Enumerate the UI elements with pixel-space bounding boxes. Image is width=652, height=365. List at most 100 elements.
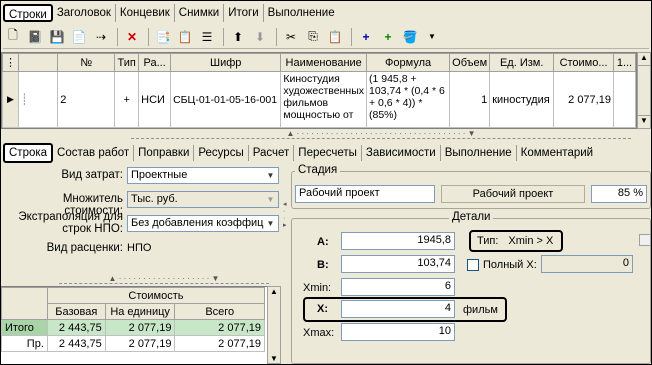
xmax-label: Xmax: — [303, 327, 335, 339]
list-icon[interactable]: ☰ — [197, 27, 217, 47]
stage-input[interactable]: Рабочий проект — [295, 185, 435, 203]
cost-header-base: Базовая — [46, 303, 106, 320]
cost-scrollbar[interactable]: ▲ ▼ — [267, 286, 281, 364]
multiplier-value: Тыс. руб. — [131, 193, 178, 205]
tab-sub-execution[interactable]: Выполнение — [441, 145, 517, 161]
tab-dependencies[interactable]: Зависимости — [362, 145, 441, 161]
scroll-up-icon[interactable]: ▲ — [268, 287, 280, 296]
tab-totals[interactable]: Итоги — [224, 4, 264, 22]
tab-snapshots[interactable]: Снимки — [175, 4, 225, 22]
tab-corrections[interactable]: Поправки — [134, 145, 195, 161]
tab-execution[interactable]: Выполнение — [264, 4, 339, 22]
col-header-ra[interactable]: Ра... — [138, 53, 172, 72]
type-label: Тип: — [477, 235, 499, 247]
col-header-volume[interactable]: Объем — [449, 53, 491, 72]
open-doc-icon[interactable]: 📓 — [25, 27, 45, 47]
vertical-splitter[interactable]: ◂ · · ▸ — [283, 201, 289, 231]
toolbar-separator — [276, 27, 277, 46]
tree-connector: ┊ — [17, 71, 59, 128]
full-x-checkbox[interactable] — [467, 259, 479, 271]
chevron-down-icon[interactable]: ▼ — [264, 193, 277, 206]
cell-volume[interactable]: 1 — [449, 71, 491, 128]
tab-rows[interactable]: Строки — [3, 4, 53, 22]
col-header-num[interactable]: № — [57, 53, 116, 72]
tab-comment[interactable]: Комментарий — [517, 145, 597, 161]
cost-cell[interactable]: 2 443,75 — [46, 335, 106, 352]
cell-name[interactable]: Киностудия художественных фильмов мощнос… — [280, 71, 367, 128]
full-x-input[interactable]: 0 — [541, 255, 633, 273]
cell-extra[interactable] — [612, 71, 637, 128]
scroll-up-icon[interactable]: ▲ — [638, 53, 650, 66]
paste-icon[interactable]: 📋 — [325, 27, 345, 47]
cell-type[interactable]: + — [114, 71, 140, 128]
multiplier-select[interactable]: Тыс. руб. ▼ — [127, 191, 279, 208]
table-row[interactable]: ▶ ┊ 2 + НСИ СБЦ-01-01-05-16-001 Киностуд… — [2, 71, 637, 128]
move-down-icon[interactable]: ⬇ — [250, 27, 270, 47]
move-up-icon[interactable]: ⬆ — [228, 27, 248, 47]
link-icon[interactable]: ⇢ — [91, 27, 111, 47]
scroll-down-icon[interactable]: ▼ — [268, 354, 280, 363]
col-header-type[interactable]: Тип — [114, 53, 140, 72]
row-pointer-icon: ▶ — [2, 71, 19, 128]
add-child-icon[interactable]: + — [378, 27, 398, 47]
tab-row[interactable]: Строка — [3, 143, 54, 163]
cost-header-total: Всего — [174, 303, 265, 320]
cell-ra[interactable]: НСИ — [138, 71, 172, 128]
cost-cell[interactable]: 2 077,19 — [104, 335, 176, 352]
cost-cell[interactable]: 2 443,75 — [46, 319, 106, 336]
col-header-unit[interactable]: Ед. Изм. — [489, 53, 555, 72]
chevron-down-icon[interactable]: ▼ — [264, 169, 277, 182]
table-row[interactable]: Итого 2 443,75 2 077,19 2 077,19 — [1, 319, 265, 336]
tab-recalcs[interactable]: Пересчеты — [294, 145, 362, 161]
a-label: A: — [317, 236, 329, 248]
x-input[interactable]: 4 — [341, 300, 455, 318]
cut-icon[interactable]: ✂ — [281, 27, 301, 47]
details-title: Детали — [449, 211, 494, 223]
grid-scrollbar[interactable]: ▲ ▼ — [637, 52, 651, 129]
stage-percent[interactable]: 85 % — [591, 185, 647, 203]
col-header-extra[interactable]: 1... — [612, 53, 637, 72]
cell-num[interactable]: 2 — [57, 71, 116, 128]
copy-doc-icon[interactable]: 📄 — [69, 27, 89, 47]
cell-formula[interactable]: (1 945,8 + 103,74 * (0,4 * 6 + 0,6 * 4))… — [365, 71, 451, 128]
delete-icon[interactable]: ✕ — [122, 27, 142, 47]
new-doc-icon[interactable]: 🗋 — [3, 27, 23, 47]
type-value: Xmin > X — [508, 235, 554, 247]
cell-cost[interactable]: 2 077,19 — [553, 71, 614, 128]
cost-cell[interactable]: 2 077,19 — [174, 319, 265, 336]
tab-work-composition[interactable]: Состав работ — [53, 145, 135, 161]
chevron-down-icon[interactable]: ▼ — [422, 27, 442, 47]
xmax-input[interactable]: 10 — [341, 323, 455, 341]
export-icon[interactable]: 📋 — [175, 27, 195, 47]
extra-checkbox[interactable] — [639, 234, 651, 246]
col-header-code[interactable]: Шифр — [170, 53, 282, 72]
cost-splitter-handle[interactable]: ▲ · · · · · · · · · · · · · · · · · · · … — [59, 275, 269, 284]
fill-icon[interactable]: 🪣 — [400, 27, 420, 47]
table-row[interactable]: Пр. 2 443,75 2 077,19 2 077,19 — [1, 335, 265, 352]
detail-tabs: Строка Состав работ Поправки Ресурсы Рас… — [3, 143, 597, 163]
import-icon[interactable]: 📑 — [153, 27, 173, 47]
col-header-formula[interactable]: Формула — [365, 53, 451, 72]
tab-footer[interactable]: Концевик — [116, 4, 175, 22]
cell-unit[interactable]: киностудия — [489, 71, 555, 128]
cell-code[interactable]: СБЦ-01-01-05-16-001 — [170, 71, 282, 128]
b-input[interactable]: 103,74 — [341, 255, 455, 273]
add-icon[interactable]: + — [356, 27, 376, 47]
tab-header[interactable]: Заголовок — [53, 4, 116, 22]
b-label: B: — [317, 259, 329, 271]
col-header-name[interactable]: Наименование — [280, 53, 367, 72]
cost-cell[interactable]: 2 077,19 — [104, 319, 176, 336]
xmin-input[interactable]: 6 — [341, 278, 455, 296]
expense-select[interactable]: Проектные ▼ — [127, 167, 279, 184]
scroll-down-icon[interactable]: ▼ — [638, 115, 650, 128]
save-icon[interactable]: 💾 — [47, 27, 67, 47]
tab-calculation[interactable]: Расчет — [249, 145, 295, 161]
copy-icon[interactable]: ⎘ — [303, 27, 323, 47]
tab-resources[interactable]: Ресурсы — [194, 145, 249, 161]
extrapolation-select[interactable]: Без добавления коэффиц ▼ — [127, 215, 279, 232]
chevron-down-icon[interactable]: ▼ — [264, 217, 277, 230]
col-header-cost[interactable]: Стоимо... — [553, 53, 614, 72]
splitter-handle[interactable]: ▲ · · · · · · · · · · · · · · · · · · · … — [131, 130, 631, 139]
a-input[interactable]: 1945,8 — [341, 232, 455, 250]
cost-cell[interactable]: 2 077,19 — [174, 335, 265, 352]
